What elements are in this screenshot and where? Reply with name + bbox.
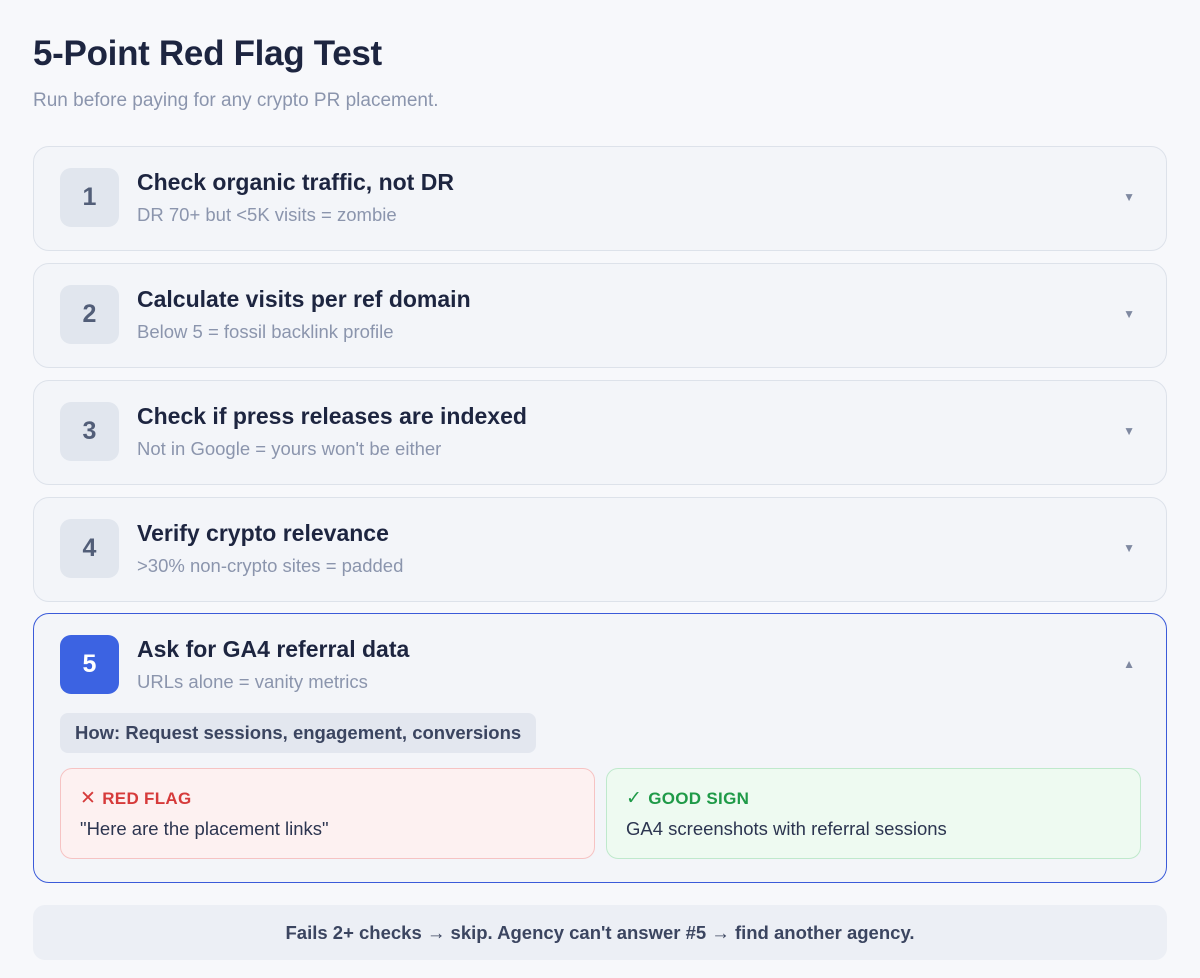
check-title: Ask for GA4 referral data	[137, 636, 410, 662]
red-flag-label: RED FLAG	[102, 788, 192, 808]
step-number-badge: 5	[60, 635, 119, 694]
red-flag-header: ✕ RED FLAG	[80, 787, 575, 810]
page-title: 5-Point Red Flag Test	[33, 34, 382, 73]
chevron-down-icon[interactable]: ▼	[1123, 541, 1135, 555]
check-item-4[interactable]: 4 Verify crypto relevance >30% non-crypt…	[33, 497, 1167, 602]
check-item-2[interactable]: 2 Calculate visits per ref domain Below …	[33, 263, 1167, 368]
good-sign-box: ✓ GOOD SIGN GA4 screenshots with referra…	[606, 768, 1141, 859]
check-subtitle: Below 5 = fossil backlink profile	[137, 321, 394, 342]
check-title: Calculate visits per ref domain	[137, 286, 471, 312]
check-subtitle: Not in Google = yours won't be either	[137, 438, 442, 459]
check-subtitle: DR 70+ but <5K visits = zombie	[137, 204, 397, 225]
good-sign-label: GOOD SIGN	[648, 788, 750, 808]
page: 5-Point Red Flag Test Run before paying …	[0, 0, 1200, 978]
red-flag-text: "Here are the placement links"	[80, 818, 329, 839]
chevron-down-icon[interactable]: ▼	[1123, 190, 1135, 204]
step-number-badge: 1	[60, 168, 119, 227]
step-number-badge: 2	[60, 285, 119, 344]
chevron-up-icon[interactable]: ▲	[1123, 657, 1135, 671]
check-subtitle: >30% non-crypto sites = padded	[137, 555, 404, 576]
page-subtitle: Run before paying for any crypto PR plac…	[33, 90, 439, 111]
check-item-1[interactable]: 1 Check organic traffic, not DR DR 70+ b…	[33, 146, 1167, 251]
check-title: Verify crypto relevance	[137, 520, 389, 546]
step-number-badge: 3	[60, 402, 119, 461]
check-title: Check organic traffic, not DR	[137, 169, 454, 195]
check-title: Check if press releases are indexed	[137, 403, 527, 429]
step-number-badge: 4	[60, 519, 119, 578]
chevron-down-icon[interactable]: ▼	[1123, 424, 1135, 438]
good-sign-text: GA4 screenshots with referral sessions	[626, 818, 947, 839]
check-item-3[interactable]: 3 Check if press releases are indexed No…	[33, 380, 1167, 485]
check-item-5[interactable]: 5 Ask for GA4 referral data URLs alone =…	[33, 613, 1167, 883]
red-flag-box: ✕ RED FLAG "Here are the placement links…	[60, 768, 595, 859]
footer-note: Fails 2+ checks → skip. Agency can't ans…	[33, 905, 1167, 960]
checkmark-icon: ✓	[626, 788, 643, 809]
how-to-badge: How: Request sessions, engagement, conve…	[60, 713, 537, 753]
good-sign-header: ✓ GOOD SIGN	[626, 787, 1121, 810]
check-subtitle: URLs alone = vanity metrics	[137, 671, 368, 692]
x-icon: ✕	[80, 788, 97, 809]
chevron-down-icon[interactable]: ▼	[1123, 307, 1135, 321]
